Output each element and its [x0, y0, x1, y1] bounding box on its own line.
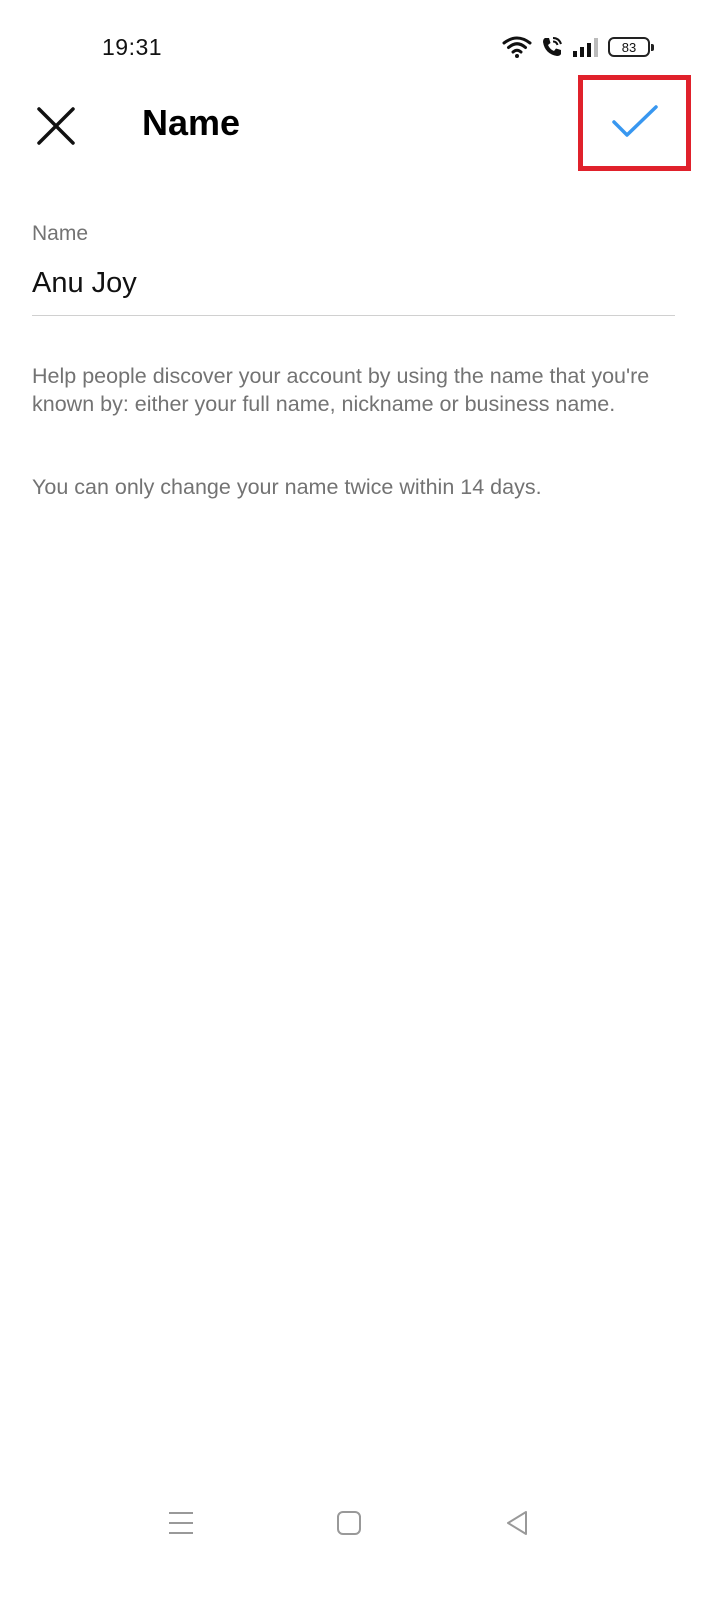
header: Name — [0, 75, 720, 180]
close-button[interactable] — [24, 96, 88, 160]
back-icon — [504, 1509, 530, 1542]
help-text: Help people discover your account by usi… — [32, 364, 650, 416]
status-time: 19:31 — [102, 34, 163, 60]
signal-icon — [572, 36, 600, 58]
home-icon — [336, 1510, 362, 1541]
menu-button[interactable] — [156, 1500, 206, 1550]
done-button[interactable] — [578, 75, 691, 171]
navigation-bar — [0, 1490, 720, 1560]
name-field: Name — [32, 222, 675, 316]
close-icon — [36, 106, 76, 151]
name-change-limit-text: You can only change your name twice with… — [32, 475, 542, 499]
status-icons: 83 — [502, 34, 654, 60]
home-button[interactable] — [324, 1500, 374, 1550]
name-input[interactable] — [32, 264, 675, 316]
checkmark-icon — [611, 104, 659, 143]
page-title: Name — [142, 102, 241, 143]
back-button[interactable] — [492, 1500, 542, 1550]
battery-icon: 83 — [608, 37, 654, 57]
menu-icon — [167, 1510, 195, 1541]
wifi-call-icon — [540, 35, 564, 59]
name-label: Name — [32, 222, 89, 245]
battery-level: 83 — [621, 39, 637, 55]
wifi-icon — [502, 35, 532, 59]
